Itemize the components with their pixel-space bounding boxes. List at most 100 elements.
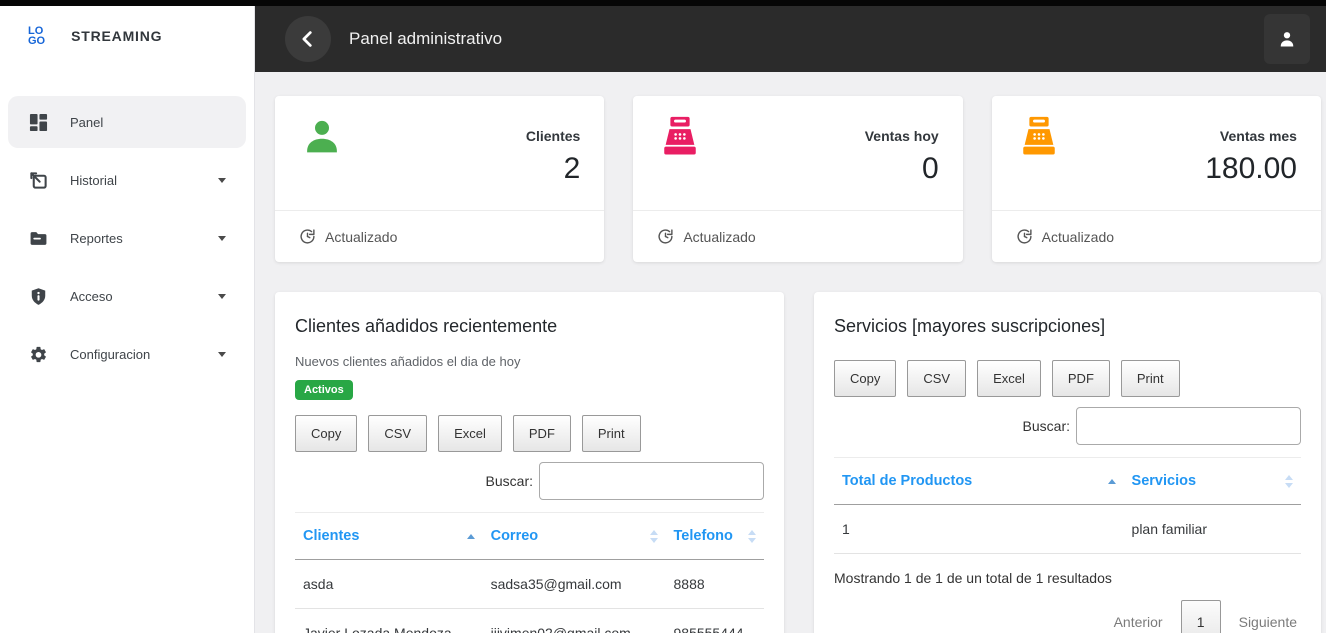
csv-button[interactable]: CSV <box>907 360 967 397</box>
cash-register-icon <box>659 116 701 210</box>
search-label: Buscar: <box>485 473 533 489</box>
back-button[interactable] <box>285 16 331 62</box>
sidebar-nav: Panel Historial Reportes Acceso Configur… <box>0 72 254 380</box>
sidebar: LO GO STREAMING Panel Historial Reportes… <box>0 0 255 633</box>
clients-table: Clientes Correo Telefono asda sadsa35@gm… <box>295 512 764 633</box>
refresh-clock-icon <box>658 229 673 244</box>
card-value: 0 <box>921 152 939 185</box>
chevron-down-icon <box>218 351 226 357</box>
pdf-button[interactable]: PDF <box>1051 360 1110 397</box>
print-button[interactable]: Print <box>1120 360 1180 397</box>
top-black-strip <box>0 0 1326 6</box>
sidebar-item-reportes[interactable]: Reportes <box>8 212 246 264</box>
table-row[interactable]: Javier Lozada Mendoza jjjvimen02@gmail.c… <box>295 608 764 633</box>
shield-info-icon <box>28 286 48 306</box>
card-value: 2 <box>563 152 581 185</box>
clients-panel: Clientes añadidos recientemente Nuevos c… <box>275 292 784 633</box>
previous-page-button[interactable]: Anterior <box>1110 604 1167 633</box>
sidebar-item-label: Acceso <box>70 288 113 304</box>
pdf-button[interactable]: PDF <box>512 415 571 452</box>
card-ventas-hoy: Ventas hoy 0 Actualizado <box>633 96 963 262</box>
cell-servicio: plan familiar <box>1123 504 1301 554</box>
column-header-telefono[interactable]: Telefono <box>665 512 764 560</box>
table-header-row: Clientes Correo Telefono <box>295 512 764 560</box>
panel-subtitle: Nuevos clientes añadidos el dia de hoy <box>295 354 521 369</box>
table-row[interactable]: 1 plan familiar <box>834 504 1301 554</box>
app-logo[interactable]: LO GO <box>28 26 46 47</box>
search-label: Buscar: <box>1022 418 1070 434</box>
cash-register-icon <box>1018 116 1060 210</box>
chevron-left-icon <box>302 31 312 47</box>
folder-icon <box>28 228 48 248</box>
excel-button[interactable]: Excel <box>438 415 502 452</box>
table-header-row: Total de Productos Servicios <box>834 457 1301 505</box>
sort-icons <box>740 529 756 543</box>
card-label: Ventas mes <box>1219 128 1297 144</box>
current-page-button[interactable]: 1 <box>1180 600 1221 633</box>
logo-line2: GO <box>28 35 46 47</box>
cell-telefono: 8888 <box>665 559 764 609</box>
sidebar-item-label: Reportes <box>70 230 123 246</box>
sidebar-item-label: Configuracion <box>70 346 151 362</box>
card-footer-text: Actualizado <box>325 228 398 245</box>
panel-title: Clientes añadidos recientemente <box>295 316 558 336</box>
sidebar-item-configuracion[interactable]: Configuracion <box>8 328 246 380</box>
status-badge: Activos <box>295 380 353 400</box>
print-button[interactable]: Print <box>581 415 641 452</box>
card-footer: Actualizado <box>633 210 963 262</box>
column-header-total-productos[interactable]: Total de Productos <box>834 457 1124 505</box>
card-label: Ventas hoy <box>864 128 939 144</box>
column-header-correo[interactable]: Correo <box>482 512 666 560</box>
card-footer-text: Actualizado <box>683 228 756 245</box>
refresh-clock-icon <box>300 229 315 244</box>
column-header-servicios[interactable]: Servicios <box>1123 457 1301 505</box>
user-icon <box>301 116 343 210</box>
card-footer: Actualizado <box>275 210 605 262</box>
copy-button[interactable]: Copy <box>834 360 897 397</box>
chevron-down-icon <box>218 235 226 241</box>
card-label: Clientes <box>525 128 581 144</box>
excel-button[interactable]: Excel <box>977 360 1041 397</box>
card-clientes: Clientes 2 Actualizado <box>275 96 605 262</box>
sidebar-header: LO GO STREAMING <box>0 0 254 72</box>
cell-correo: sadsa35@gmail.com <box>482 559 666 609</box>
gear-icon <box>28 344 48 364</box>
search-row: Buscar: <box>834 407 1301 445</box>
search-input[interactable] <box>539 462 764 500</box>
sidebar-item-acceso[interactable]: Acceso <box>8 270 246 322</box>
panel-title: Servicios [mayores suscripciones] <box>834 316 1106 336</box>
main-content: Clientes 2 Actualizado Ventas hoy 0 Actu… <box>255 72 1326 633</box>
pagination: Anterior 1 Siguiente <box>834 600 1301 633</box>
sort-icons <box>459 533 475 539</box>
user-menu-button[interactable] <box>1264 14 1310 64</box>
cell-cliente: asda <box>295 559 483 609</box>
sort-icons <box>642 529 658 543</box>
cell-telefono: 985555444 <box>665 608 764 633</box>
column-header-clientes[interactable]: Clientes <box>295 512 483 560</box>
cell-cliente: Javier Lozada Mendoza <box>295 608 483 633</box>
results-info: Mostrando 1 de 1 de un total de 1 result… <box>834 570 1112 586</box>
export-buttons: Copy CSV Excel PDF Print <box>834 360 1301 397</box>
sort-icons <box>1277 474 1293 488</box>
table-row[interactable]: asda sadsa35@gmail.com 8888 <box>295 559 764 609</box>
stat-cards-row: Clientes 2 Actualizado Ventas hoy 0 Actu… <box>275 96 1321 262</box>
card-footer-text: Actualizado <box>1041 228 1115 245</box>
sidebar-item-historial[interactable]: Historial <box>8 154 246 206</box>
search-input[interactable] <box>1076 407 1301 445</box>
sidebar-item-label: Historial <box>70 172 117 188</box>
chevron-down-icon <box>218 177 226 183</box>
cell-total: 1 <box>834 504 1124 554</box>
panels-row: Clientes añadidos recientemente Nuevos c… <box>275 292 1321 633</box>
user-icon <box>1280 32 1294 47</box>
services-table: Total de Productos Servicios 1 plan fami… <box>834 457 1301 554</box>
topbar: Panel administrativo <box>255 6 1326 72</box>
copy-button[interactable]: Copy <box>295 415 358 452</box>
card-footer: Actualizado <box>991 210 1321 262</box>
search-row: Buscar: <box>295 462 764 500</box>
next-page-button[interactable]: Siguiente <box>1235 604 1301 633</box>
sidebar-item-panel[interactable]: Panel <box>8 96 246 148</box>
csv-button[interactable]: CSV <box>368 415 428 452</box>
card-ventas-mes: Ventas mes 180.00 Actualizado <box>991 96 1321 262</box>
card-value: 180.00 <box>1205 152 1297 185</box>
refresh-clock-icon <box>1017 229 1032 244</box>
